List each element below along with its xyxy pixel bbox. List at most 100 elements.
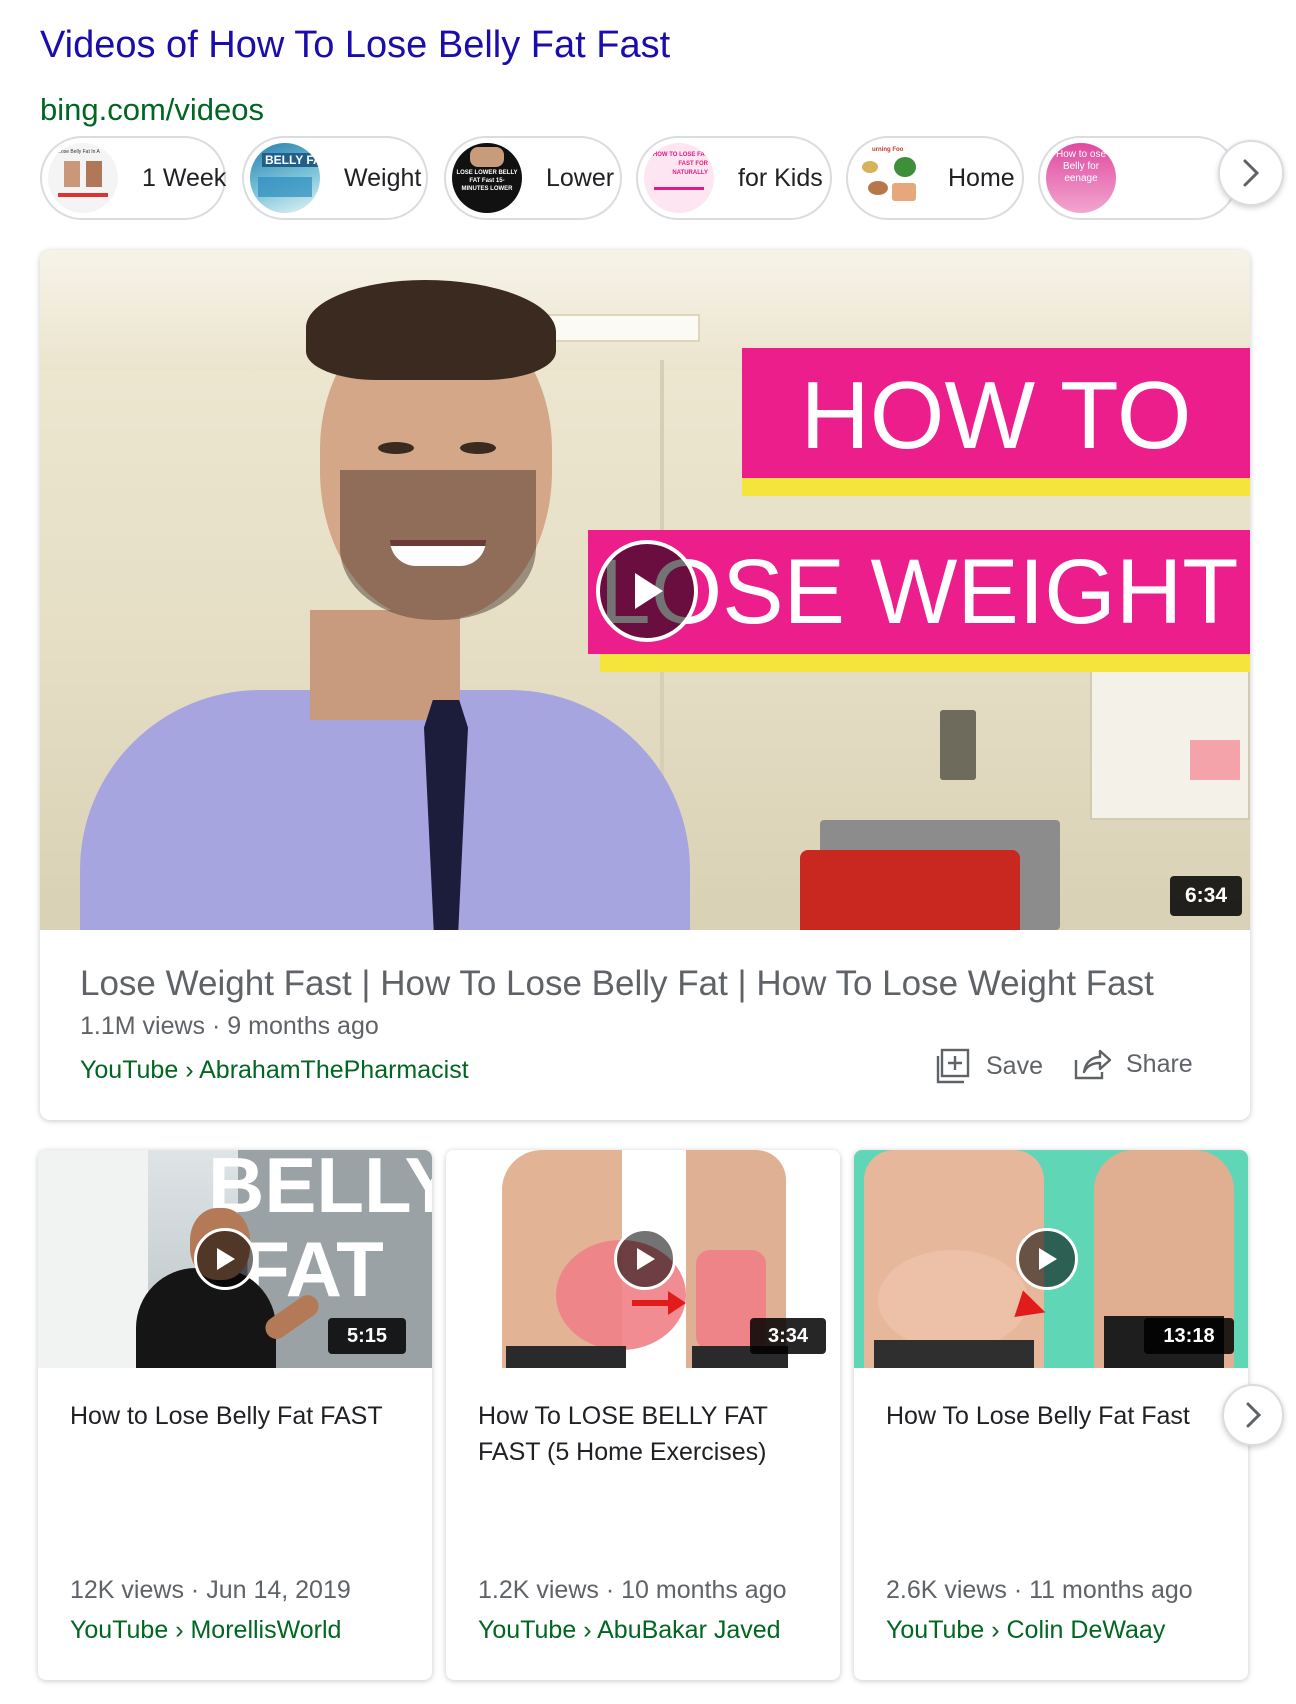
- view-count: 12K views: [70, 1576, 184, 1604]
- duration-badge: 5:15: [328, 1318, 406, 1354]
- separator-dot: ·: [1013, 1576, 1023, 1604]
- thumb-food: [868, 181, 888, 195]
- thumb-figure: [470, 147, 504, 167]
- video-source[interactable]: YouTube › Colin DeWaay: [886, 1616, 1165, 1645]
- video-thumbnail[interactable]: BELLY FAT 5:15: [38, 1150, 432, 1368]
- chip-label: for Kids: [738, 163, 823, 192]
- chip-teenagers[interactable]: How to ose Belly for eenage: [1038, 136, 1238, 220]
- view-count: 1.2K views: [478, 1576, 599, 1604]
- thumb-food: [892, 183, 916, 201]
- chip-thumbnail: HOW TO LOSE FAT FAST FOR NATURALLY: [644, 143, 714, 213]
- upload-age: 9 months ago: [227, 1012, 379, 1040]
- chip-weight[interactable]: BELLY FA Weight: [242, 136, 428, 220]
- chip-for-kids[interactable]: HOW TO LOSE FAT FAST FOR NATURALLY for K…: [636, 136, 832, 220]
- person-eye: [378, 442, 414, 454]
- person-smile: [390, 540, 486, 566]
- video-title[interactable]: How To Lose Belly Fat Fast: [886, 1398, 1226, 1434]
- video-source[interactable]: YouTube › MorellisWorld: [70, 1616, 341, 1645]
- channel-name: MorellisWorld: [190, 1616, 342, 1644]
- chip-thumbnail: BELLY FA: [250, 143, 320, 213]
- video-card: 13:18 How To Lose Belly Fat Fast 2.6K vi…: [854, 1150, 1248, 1680]
- thumb-figure: [64, 161, 80, 187]
- featured-video-stats: 1.1M views · 9 months ago: [80, 1012, 379, 1041]
- chip-label: 1 Week: [142, 163, 227, 192]
- chip-label: Home: [948, 163, 1015, 192]
- chip-thumb-text: BELLY FA: [262, 153, 320, 167]
- play-icon: [1039, 1248, 1057, 1270]
- arrow-shaft: [632, 1300, 672, 1306]
- play-button[interactable]: [1016, 1228, 1078, 1290]
- video-source[interactable]: YouTube › AbuBakar Javed: [478, 1616, 781, 1645]
- share-button[interactable]: Share: [1072, 1046, 1193, 1082]
- channel-name: AbrahamThePharmacist: [199, 1056, 469, 1084]
- thumb-food: [894, 157, 916, 177]
- video-card: 3:34 How To LOSE BELLY FAT FAST (5 Home …: [446, 1150, 840, 1680]
- video-thumbnail[interactable]: 3:34: [446, 1150, 840, 1368]
- wall-note: [1190, 740, 1240, 780]
- video-thumbnail[interactable]: 13:18: [854, 1150, 1248, 1368]
- thumb-block: [258, 177, 312, 197]
- red-chair: [800, 850, 1020, 930]
- wall-notice: [1090, 650, 1250, 820]
- breadcrumb-separator: ›: [583, 1616, 592, 1644]
- video-title[interactable]: How To LOSE BELLY FAT FAST (5 Home Exerc…: [478, 1398, 818, 1470]
- chip-1-week[interactable]: o Lose Belly Fat In A 1 Week: [40, 136, 226, 220]
- source-url[interactable]: bing.com/videos: [40, 92, 264, 128]
- chevron-right-icon: [1243, 159, 1260, 187]
- upload-age: 11 months ago: [1029, 1576, 1193, 1604]
- videos-next-button[interactable]: [1222, 1384, 1284, 1446]
- featured-video-thumbnail[interactable]: HOW TO LOSE WEIGHT 6:34: [40, 250, 1250, 930]
- chip-thumb-text: urning Foo: [872, 147, 904, 153]
- play-button[interactable]: [614, 1228, 676, 1290]
- add-box-icon: [936, 1048, 970, 1084]
- thumb-stripe: [58, 193, 108, 197]
- overlay-stripe-top: [742, 478, 1250, 496]
- video-title[interactable]: How to Lose Belly Fat FAST: [70, 1398, 410, 1434]
- play-icon: [217, 1248, 235, 1270]
- view-count: 2.6K views: [886, 1576, 1007, 1604]
- chip-thumb-text: o Lose Belly Fat In A: [54, 149, 100, 155]
- chips-next-button[interactable]: [1218, 140, 1284, 206]
- view-count: 1.1M views: [80, 1012, 206, 1040]
- chip-thumbnail: LOSE LOWER BELLY FAT Fast 15-MINUTES LOW…: [452, 143, 522, 213]
- duration-badge: 3:34: [750, 1318, 826, 1354]
- chip-thumbnail: o Lose Belly Fat In A: [48, 143, 118, 213]
- before-pants: [506, 1346, 626, 1368]
- source-site: YouTube: [70, 1616, 169, 1644]
- arrow-head: [668, 1291, 686, 1315]
- save-button[interactable]: Save: [932, 1046, 1043, 1086]
- chip-thumb-text: How to ose Belly for eenage: [1055, 149, 1107, 184]
- overlay-text-line1: HOW TO: [800, 362, 1192, 469]
- chip-lower[interactable]: LOSE LOWER BELLY FAT Fast 15-MINUTES LOW…: [444, 136, 622, 220]
- person-eye: [460, 442, 496, 454]
- related-searches-carousel: o Lose Belly Fat In A 1 Week BELLY FA We…: [40, 134, 1256, 222]
- chip-home[interactable]: urning Foo Home: [846, 136, 1024, 220]
- upload-age: 10 months ago: [621, 1576, 787, 1604]
- play-icon: [637, 1248, 655, 1270]
- play-button[interactable]: [596, 540, 698, 642]
- play-icon: [635, 573, 663, 609]
- chip-thumb-text: LOSE LOWER BELLY FAT Fast 15-MINUTES LOW…: [456, 170, 518, 192]
- share-icon: [1074, 1049, 1112, 1080]
- upload-date: Jun 14, 2019: [206, 1576, 351, 1604]
- source-site: YouTube: [80, 1056, 179, 1084]
- wall-dispenser: [940, 710, 976, 780]
- thumb-stripe: [654, 187, 704, 190]
- featured-video-source[interactable]: YouTube › AbrahamThePharmacist: [80, 1056, 469, 1085]
- duration-badge: 13:18: [1144, 1318, 1234, 1354]
- video-stats: 2.6K views · 11 months ago: [886, 1576, 1193, 1605]
- thumb-food: [862, 161, 878, 173]
- play-button[interactable]: [194, 1228, 256, 1290]
- results-heading-link[interactable]: Videos of How To Lose Belly Fat Fast: [40, 24, 670, 67]
- breadcrumb-separator: ›: [175, 1616, 184, 1644]
- channel-name: AbuBakar Javed: [597, 1616, 781, 1644]
- chip-thumbnail: How to ose Belly for eenage: [1046, 143, 1116, 213]
- featured-video-title[interactable]: Lose Weight Fast | How To Lose Belly Fat…: [80, 964, 1154, 1004]
- chevron-right-icon: [1246, 1402, 1262, 1428]
- chip-thumb-text: HOW TO LOSE FAT FAST FOR NATURALLY: [652, 152, 708, 176]
- duration-badge: 6:34: [1170, 876, 1242, 916]
- chip-thumbnail: urning Foo: [854, 143, 924, 213]
- separator-dot: ·: [605, 1576, 615, 1604]
- separator-dot: ·: [190, 1576, 200, 1604]
- wall-panel: [38, 1150, 148, 1368]
